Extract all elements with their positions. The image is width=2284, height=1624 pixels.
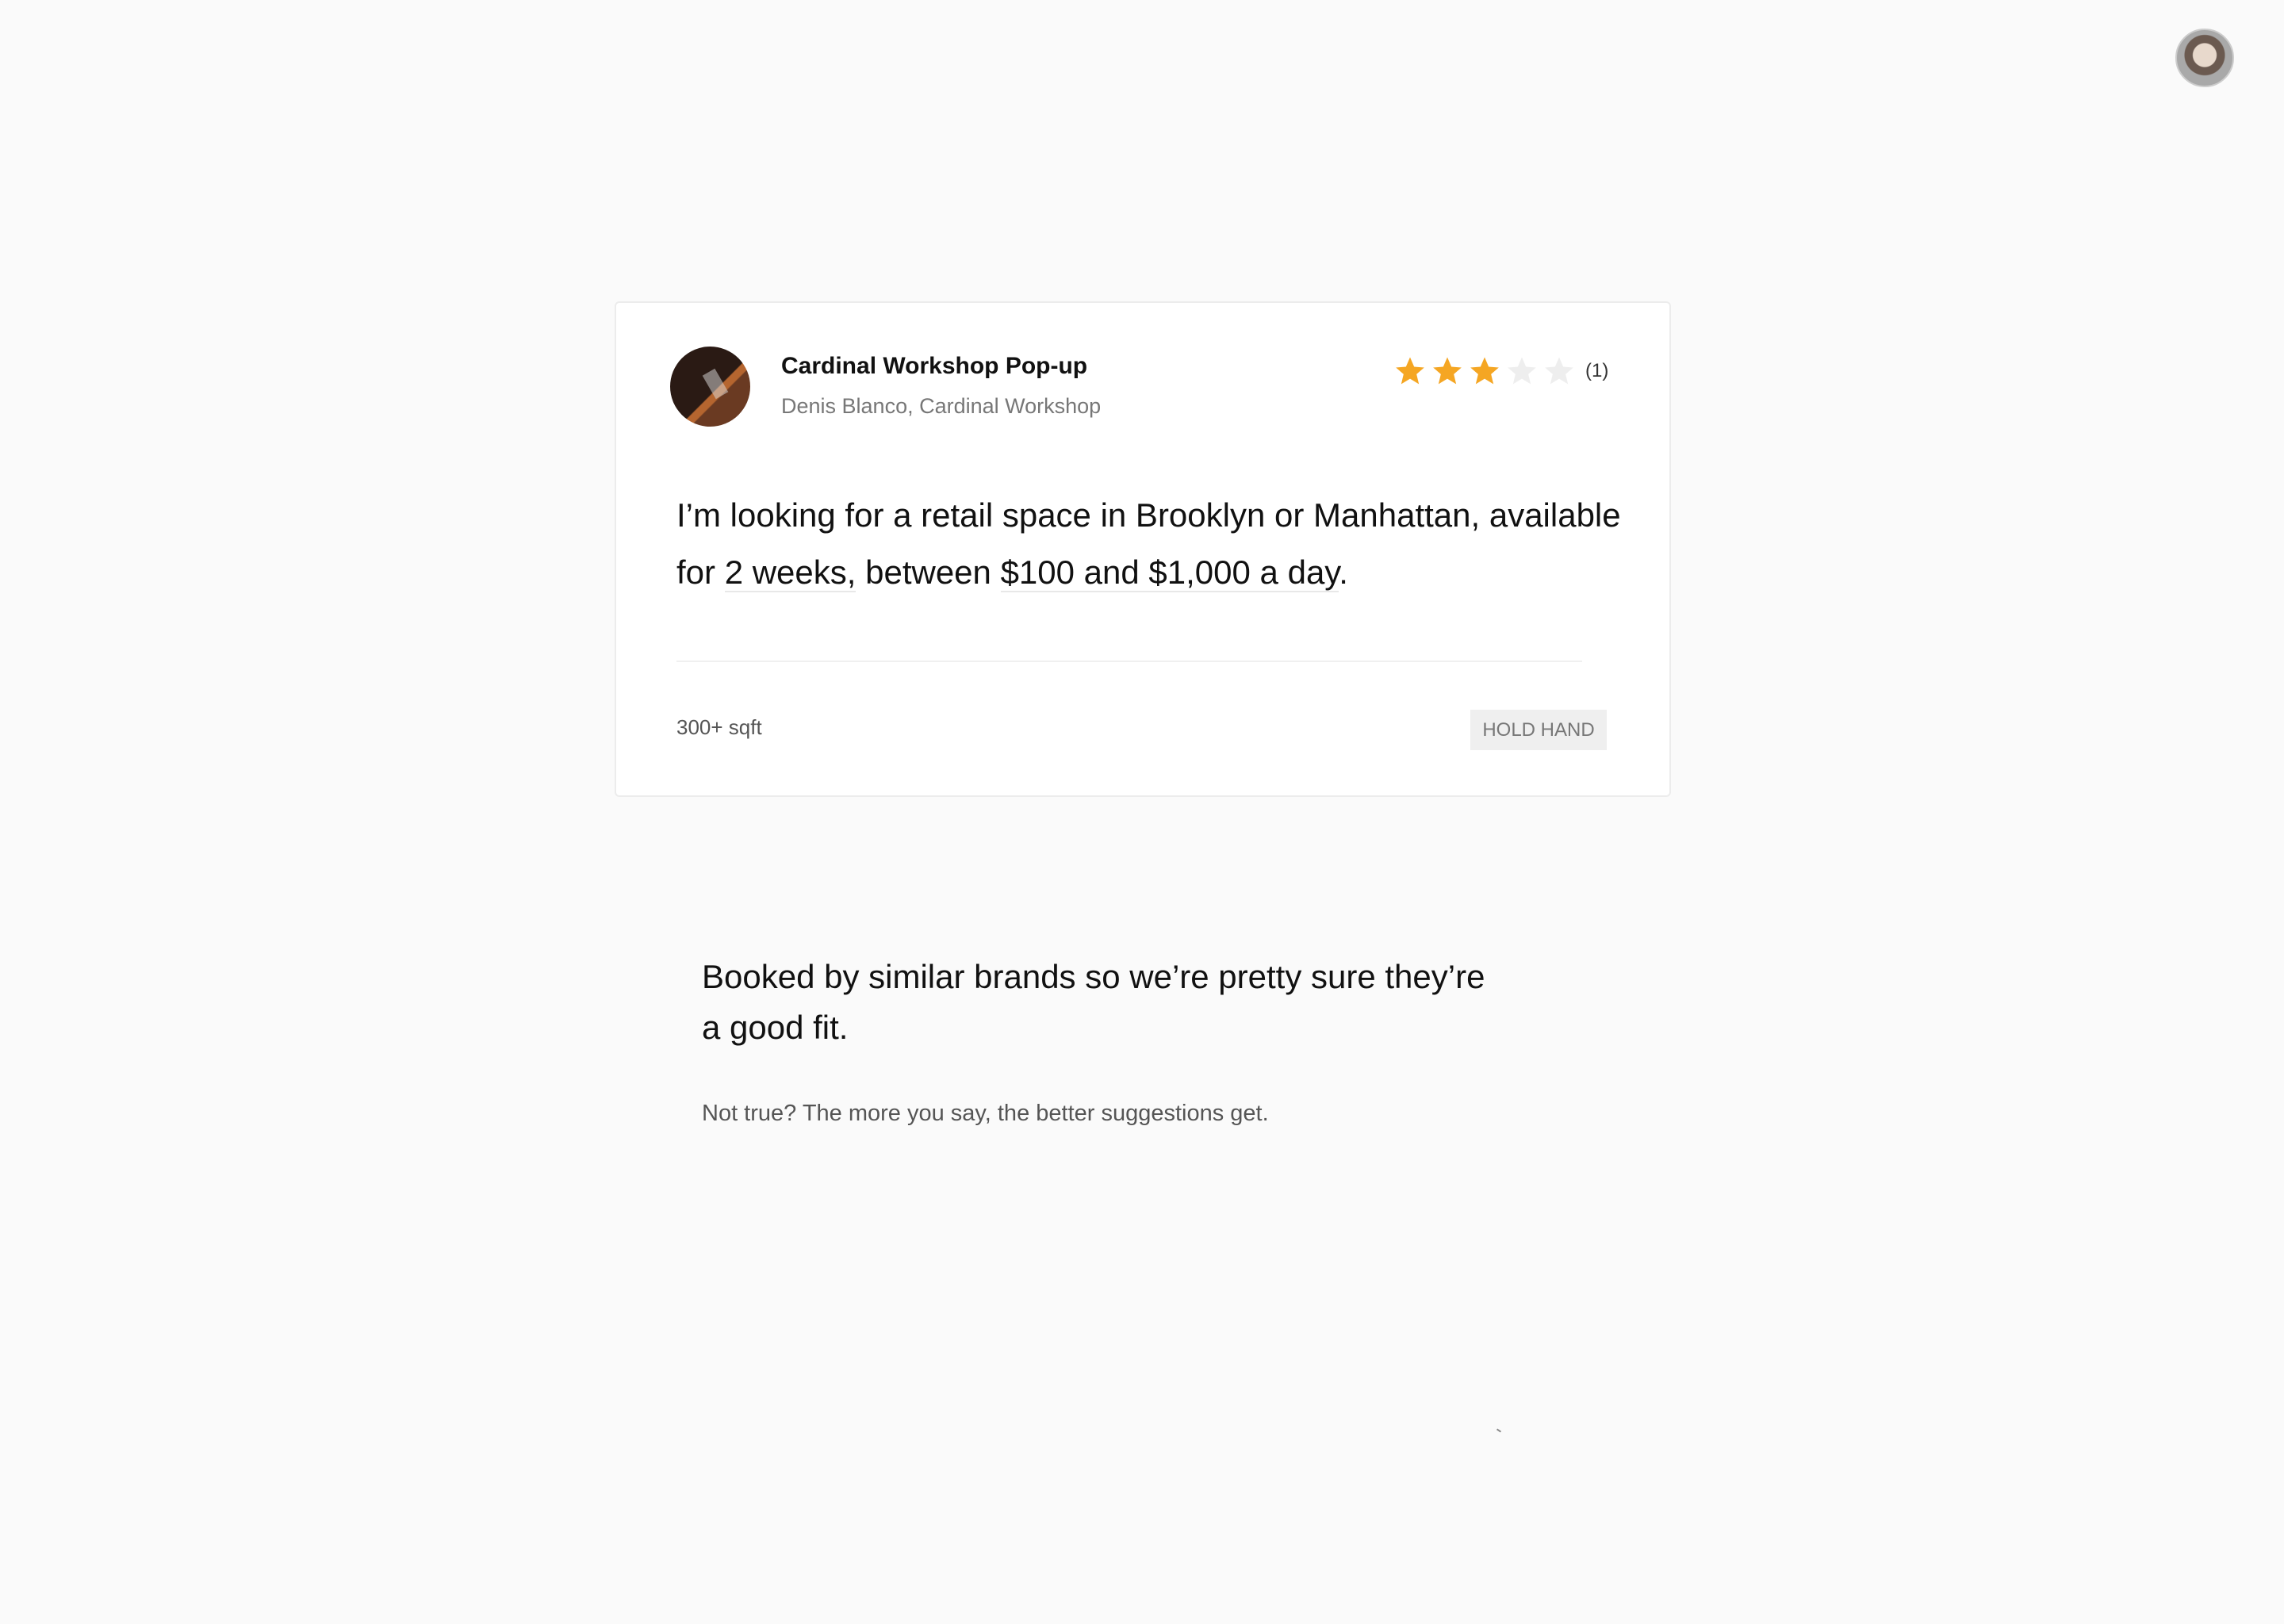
- divider: [676, 661, 1582, 662]
- listing-title: Cardinal Workshop Pop-up: [781, 353, 1088, 379]
- star-filled-icon: [1396, 357, 1424, 385]
- star-empty-icon: [1508, 357, 1536, 385]
- star-filled-icon: [1433, 357, 1462, 385]
- star-filled-icon: [1470, 357, 1499, 385]
- listing-card: Cardinal Workshop Pop-up Denis Blanco, C…: [615, 301, 1671, 797]
- user-avatar[interactable]: [2175, 29, 2234, 87]
- suggestion-note: Not true? The more you say, the better s…: [702, 1101, 1269, 1126]
- budget-highlight[interactable]: $100 and $1,000 a day: [1000, 553, 1339, 592]
- brand-logo: [670, 347, 750, 427]
- request-text: I’m looking for a retail space in Brookl…: [676, 487, 1628, 601]
- request-text-part: .: [1339, 553, 1348, 591]
- duration-highlight[interactable]: 2 weeks,: [724, 553, 856, 592]
- hold-hand-button[interactable]: HOLD HAND: [1470, 710, 1607, 750]
- star-empty-icon: [1545, 357, 1573, 385]
- stray-mark: [1496, 1428, 1502, 1433]
- request-text-part: between: [856, 553, 1001, 591]
- suggestion-heading: Booked by similar brands so we’re pretty…: [702, 958, 1485, 1046]
- rating-count: (1): [1585, 360, 1609, 381]
- listing-subtitle: Denis Blanco, Cardinal Workshop: [781, 394, 1102, 418]
- space-size: 300+ sqft: [676, 715, 762, 739]
- star-rating: (1): [1394, 355, 1608, 387]
